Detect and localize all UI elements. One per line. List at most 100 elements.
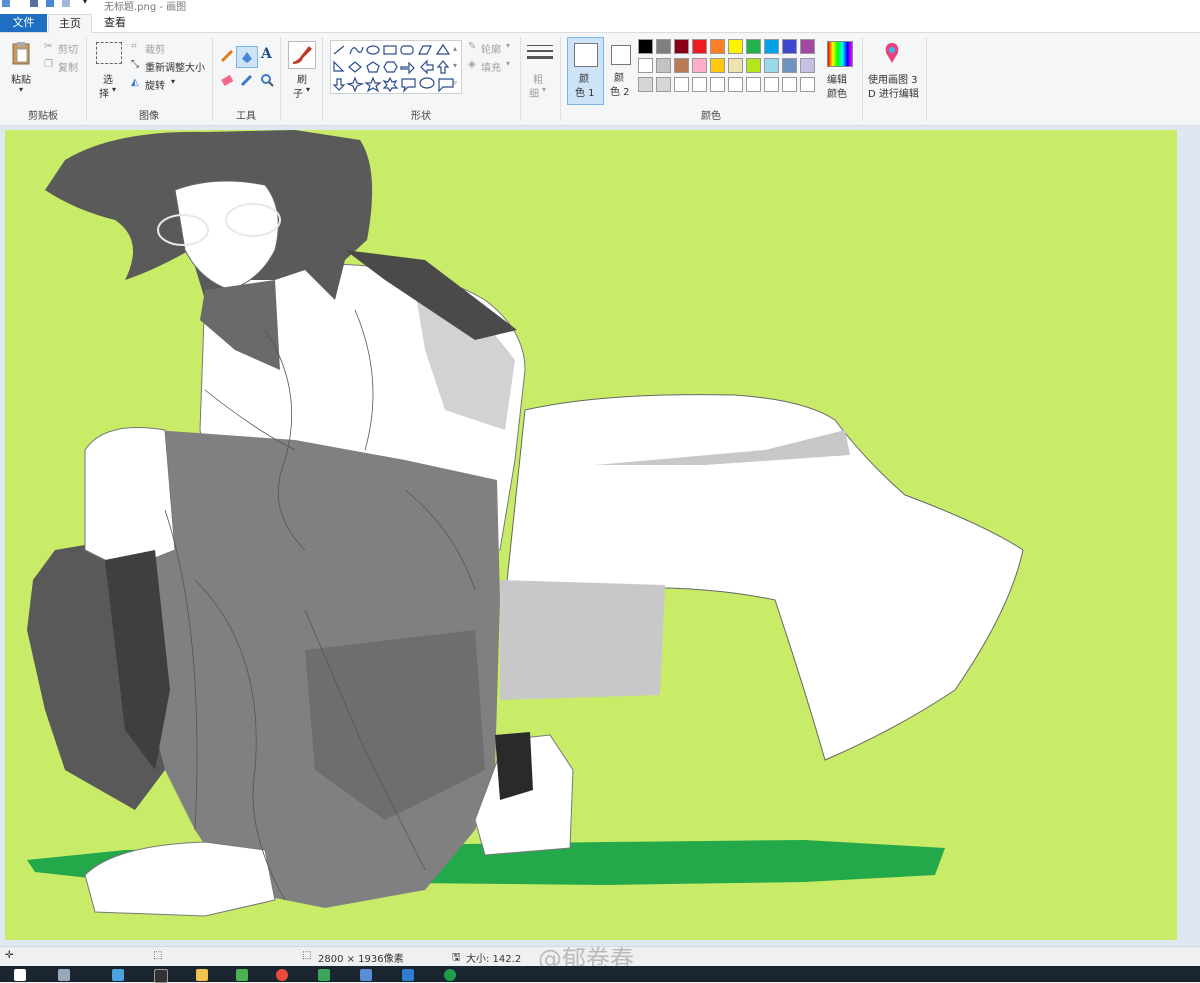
palette-swatch[interactable] — [674, 39, 689, 54]
select-icon[interactable] — [96, 42, 122, 64]
palette-swatch[interactable] — [800, 58, 815, 73]
edit-colors-button-line2[interactable]: 颜色 — [827, 85, 847, 100]
shapes-scroll-icon[interactable]: ▴ ▾ ▿ — [453, 40, 457, 91]
palette-swatch[interactable] — [656, 58, 671, 73]
palette-swatch[interactable] — [746, 77, 761, 92]
palette-swatch[interactable] — [656, 39, 671, 54]
cut-icon: ✂ — [44, 41, 53, 52]
palette-swatch[interactable] — [746, 39, 761, 54]
fill-dropdown-icon[interactable]: ▾ — [506, 59, 510, 68]
brushes-dropdown-icon[interactable]: ▾ — [306, 85, 310, 94]
rotate-icon: ◭ — [131, 77, 139, 88]
palette-swatch[interactable] — [692, 58, 707, 73]
brushes-button-line1[interactable]: 刷 — [297, 71, 307, 86]
color-picker-icon[interactable] — [240, 73, 254, 87]
palette-swatch[interactable] — [692, 39, 707, 54]
search-icon[interactable] — [58, 969, 70, 981]
file-explorer-icon[interactable] — [196, 969, 208, 981]
palette-swatch[interactable] — [782, 77, 797, 92]
start-icon[interactable] — [14, 969, 26, 981]
shapes-group-label: 形状 — [411, 111, 431, 122]
paste-button[interactable]: 粘贴 — [11, 71, 31, 86]
copy-button[interactable]: 复制 — [58, 59, 78, 74]
cut-button[interactable]: 剪切 — [58, 41, 78, 56]
palette-swatch[interactable] — [728, 39, 743, 54]
palette-swatch[interactable] — [728, 58, 743, 73]
tools-group-label: 工具 — [236, 111, 256, 122]
palette-swatch[interactable] — [800, 39, 815, 54]
brush-icon[interactable] — [288, 41, 316, 69]
select-button-line2[interactable]: 择 — [99, 85, 109, 100]
tab-view[interactable]: 查看 — [94, 14, 136, 32]
rotate-dropdown-icon[interactable]: ▾ — [171, 77, 175, 86]
fill-icon[interactable] — [236, 46, 258, 68]
palette-swatch[interactable] — [638, 77, 653, 92]
eraser-icon[interactable] — [220, 73, 234, 87]
app-icon[interactable] — [236, 969, 248, 981]
app-icon[interactable] — [402, 969, 414, 981]
palette-swatch[interactable] — [764, 58, 779, 73]
fill-style-icon: ◈ — [468, 59, 476, 70]
palette-swatch[interactable] — [710, 39, 725, 54]
pencil-icon[interactable] — [220, 49, 234, 63]
palette-swatch[interactable] — [674, 77, 689, 92]
palette-swatch[interactable] — [638, 58, 653, 73]
app-icon[interactable] — [318, 969, 330, 981]
color1-button[interactable]: 颜 色 1 — [567, 37, 604, 105]
size-dropdown-icon[interactable]: ▾ — [542, 85, 546, 94]
app-icon[interactable] — [360, 969, 372, 981]
browser-icon[interactable] — [276, 969, 288, 981]
crop-button[interactable]: 裁剪 — [145, 41, 165, 56]
app-icon[interactable] — [154, 969, 168, 983]
select-button-line1[interactable]: 选 — [103, 71, 113, 86]
redo-icon[interactable] — [62, 0, 70, 7]
divider — [862, 37, 863, 121]
palette-swatch[interactable] — [764, 77, 779, 92]
outline-dropdown-icon[interactable]: ▾ — [506, 41, 510, 50]
magnifier-icon[interactable] — [260, 73, 274, 87]
palette-swatch[interactable] — [674, 58, 689, 73]
rotate-button[interactable]: 旋转 — [145, 77, 165, 92]
tab-home[interactable]: 主页 — [48, 14, 92, 33]
palette-swatch[interactable] — [638, 39, 653, 54]
copy-icon: ❐ — [44, 59, 53, 70]
edit-colors-button-line1[interactable]: 编辑 — [827, 71, 847, 86]
palette-swatch[interactable] — [728, 77, 743, 92]
paste-icon[interactable] — [11, 41, 31, 65]
image-size-icon: ⬚ — [302, 950, 312, 961]
palette-swatch[interactable] — [782, 58, 797, 73]
quick-access-dropdown-icon[interactable]: ▾ — [83, 0, 87, 6]
left-arm — [84, 427, 176, 571]
text-icon[interactable]: A — [261, 46, 272, 62]
drawing-canvas[interactable] — [5, 130, 1177, 940]
size-button-line1[interactable]: 粗 — [533, 71, 543, 86]
edit-colors-icon[interactable] — [827, 41, 853, 67]
color2-button[interactable]: 颜 色 2 — [608, 37, 634, 103]
palette-swatch[interactable] — [710, 58, 725, 73]
size-button-line2[interactable]: 细 — [529, 85, 539, 100]
palette-swatch[interactable] — [764, 39, 779, 54]
palette-swatch[interactable] — [710, 77, 725, 92]
palette-swatch[interactable] — [800, 77, 815, 92]
paint3d-button-line2[interactable]: D 进行编辑 — [868, 85, 919, 100]
shapes-gallery[interactable] — [330, 40, 462, 94]
palette-swatch[interactable] — [656, 77, 671, 92]
paint3d-button-line1[interactable]: 使用画图 3 — [868, 71, 918, 86]
tab-file[interactable]: 文件 — [0, 14, 47, 32]
palette-swatch[interactable] — [746, 58, 761, 73]
save-icon[interactable] — [30, 0, 38, 7]
size-icon[interactable] — [527, 43, 553, 63]
resize-button[interactable]: 重新调整大小 — [145, 59, 205, 74]
palette-swatch[interactable] — [782, 39, 797, 54]
paint3d-icon[interactable] — [880, 41, 904, 65]
wechat-icon[interactable] — [444, 969, 456, 981]
outline-button[interactable]: 轮廓 — [481, 41, 501, 56]
fill-button[interactable]: 填充 — [481, 59, 501, 74]
brushes-button-line2[interactable]: 子 — [293, 85, 303, 100]
colors-group-label: 颜色 — [701, 111, 721, 122]
undo-icon[interactable] — [46, 0, 54, 7]
task-view-icon[interactable] — [112, 969, 124, 981]
paste-dropdown-icon[interactable]: ▾ — [19, 85, 23, 94]
select-dropdown-icon[interactable]: ▾ — [112, 85, 116, 94]
palette-swatch[interactable] — [692, 77, 707, 92]
